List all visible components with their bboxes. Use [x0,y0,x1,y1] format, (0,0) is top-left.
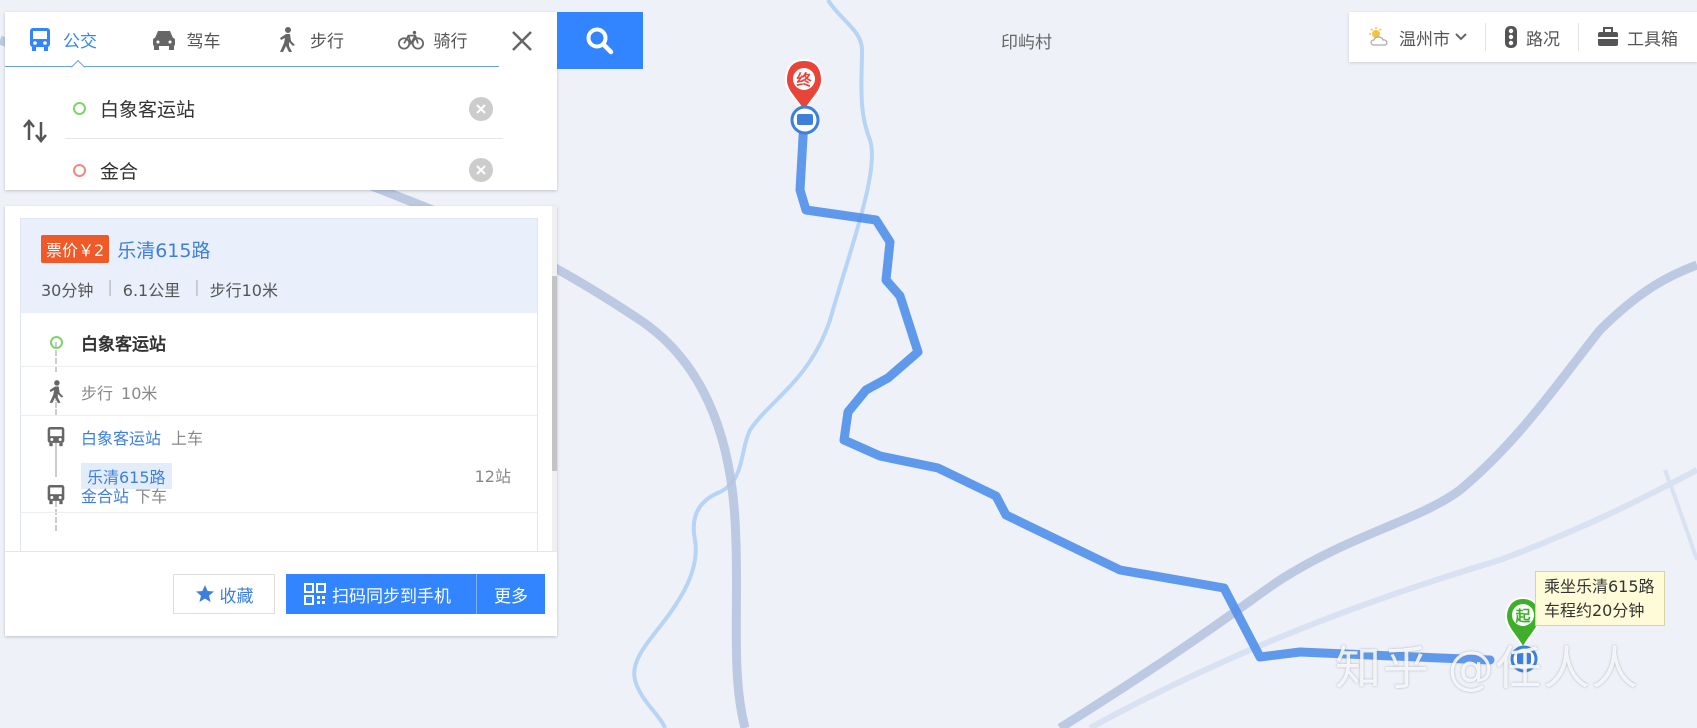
board-station[interactable]: 白象客运站 [81,425,161,449]
close-icon [512,31,532,51]
toolbox-icon [1597,27,1619,47]
origin-dot-icon [73,102,86,115]
step-start: 白象客运站 [21,319,537,367]
favorite-label: 收藏 [219,586,254,607]
bike-icon [397,27,424,53]
start-marker-label: 起 [1514,607,1531,625]
start-dot-icon [49,336,63,349]
walk-icon [274,26,300,53]
walk-distance: 10米 [121,383,158,403]
qr-code-icon [304,583,326,605]
scrollbar-thumb[interactable] [552,276,557,471]
origin-field[interactable]: 白象客运站 [65,79,503,139]
transit-plan[interactable]: 票价￥2 乐清615路 30分钟 | 6.1公里 | 步行10米 白象客运站 步… [20,218,538,555]
traffic-label: 路况 [1526,29,1560,50]
toolbox-button[interactable]: 工具箱 [1579,23,1678,51]
tab-bike[interactable]: 骑行 [376,12,500,67]
clear-icon [476,103,486,114]
village-label: 印屿村 [1001,33,1052,53]
car-icon [151,27,177,53]
favorite-button[interactable]: 收藏 [173,574,275,614]
tab-walk[interactable]: 步行 [252,12,376,67]
traffic-light-icon [1504,25,1518,49]
destination-field[interactable]: 金合 [65,140,503,200]
tab-label: 骑行 [433,32,468,52]
close-button[interactable] [507,26,537,56]
search-button[interactable] [557,12,643,69]
step-alight: 金合站 下车 [21,477,537,513]
watermark: 知乎 @任人人 [1335,641,1640,695]
tab-label: 公交 [63,32,97,52]
map-toolbar: 温州市 路况 工具箱 [1349,12,1697,62]
swap-button[interactable] [20,116,50,146]
walk-icon [41,379,71,404]
start-station: 白象客运站 [81,335,166,355]
city-label: 温州市 [1399,29,1450,50]
end-marker-label: 终 [796,71,812,89]
bus-icon [41,426,71,448]
weather-icon [1367,26,1391,48]
step-board: 白象客运站 上车 [21,419,537,455]
tooltip-line: 乘坐乐清615路 [1544,577,1655,596]
origin-value: 白象客运站 [100,99,196,121]
result-footer: 收藏 扫码同步到手机 更多 [5,551,557,636]
tab-label: 步行 [310,32,344,52]
destination-value: 金合 [100,160,139,183]
alight-station[interactable]: 金合站 [81,483,129,507]
search-icon [586,27,614,54]
sync-main[interactable]: 扫码同步到手机 [286,574,477,614]
chevron-down-icon [1455,33,1467,41]
step-walk: 步行 10米 [21,368,537,416]
route-search-panel: 公交 驾车 步行 骑行 白象客运站 金合 [5,12,557,190]
board-action: 上车 [171,429,204,448]
tab-label: 驾车 [186,32,221,52]
clear-destination-button[interactable] [469,158,493,182]
plan-walk: 步行10米 [209,281,278,300]
traffic-button[interactable]: 路况 [1486,23,1579,51]
bus-icon [41,484,71,506]
tooltip-line: 车程约20分钟 [1544,601,1645,620]
sync-label: 扫码同步到手机 [332,586,451,607]
clear-origin-button[interactable] [469,96,493,121]
tab-bus[interactable]: 公交 [5,12,129,67]
mode-tabs: 公交 驾车 步行 骑行 [5,12,499,67]
result-panel: 票价￥2 乐清615路 30分钟 | 6.1公里 | 步行10米 白象客运站 步… [5,206,557,636]
toolbox-label: 工具箱 [1627,29,1678,50]
walk-label: 步行 [81,383,114,403]
clear-icon [476,165,486,175]
alight-action: 下车 [135,486,168,506]
fare-badge: 票价￥2 [41,235,110,263]
star-icon [195,585,214,602]
line-name[interactable]: 乐清615路 [117,236,210,263]
destination-dot-icon [73,163,86,177]
plan-header[interactable]: 票价￥2 乐清615路 30分钟 | 6.1公里 | 步行10米 [21,219,537,313]
plan-distance: 6.1公里 [122,281,181,300]
city-selector[interactable]: 温州市 [1349,23,1486,51]
more-button[interactable]: 更多 [477,582,545,607]
plan-duration: 30分钟 [41,281,94,300]
route-tooltip: 乘坐乐清615路 车程约20分钟 [1535,571,1665,626]
tab-drive[interactable]: 驾车 [129,12,253,67]
swap-arrows-icon [23,119,47,143]
bus-icon [27,27,53,53]
sync-phone-button[interactable]: 扫码同步到手机 更多 [286,574,545,614]
